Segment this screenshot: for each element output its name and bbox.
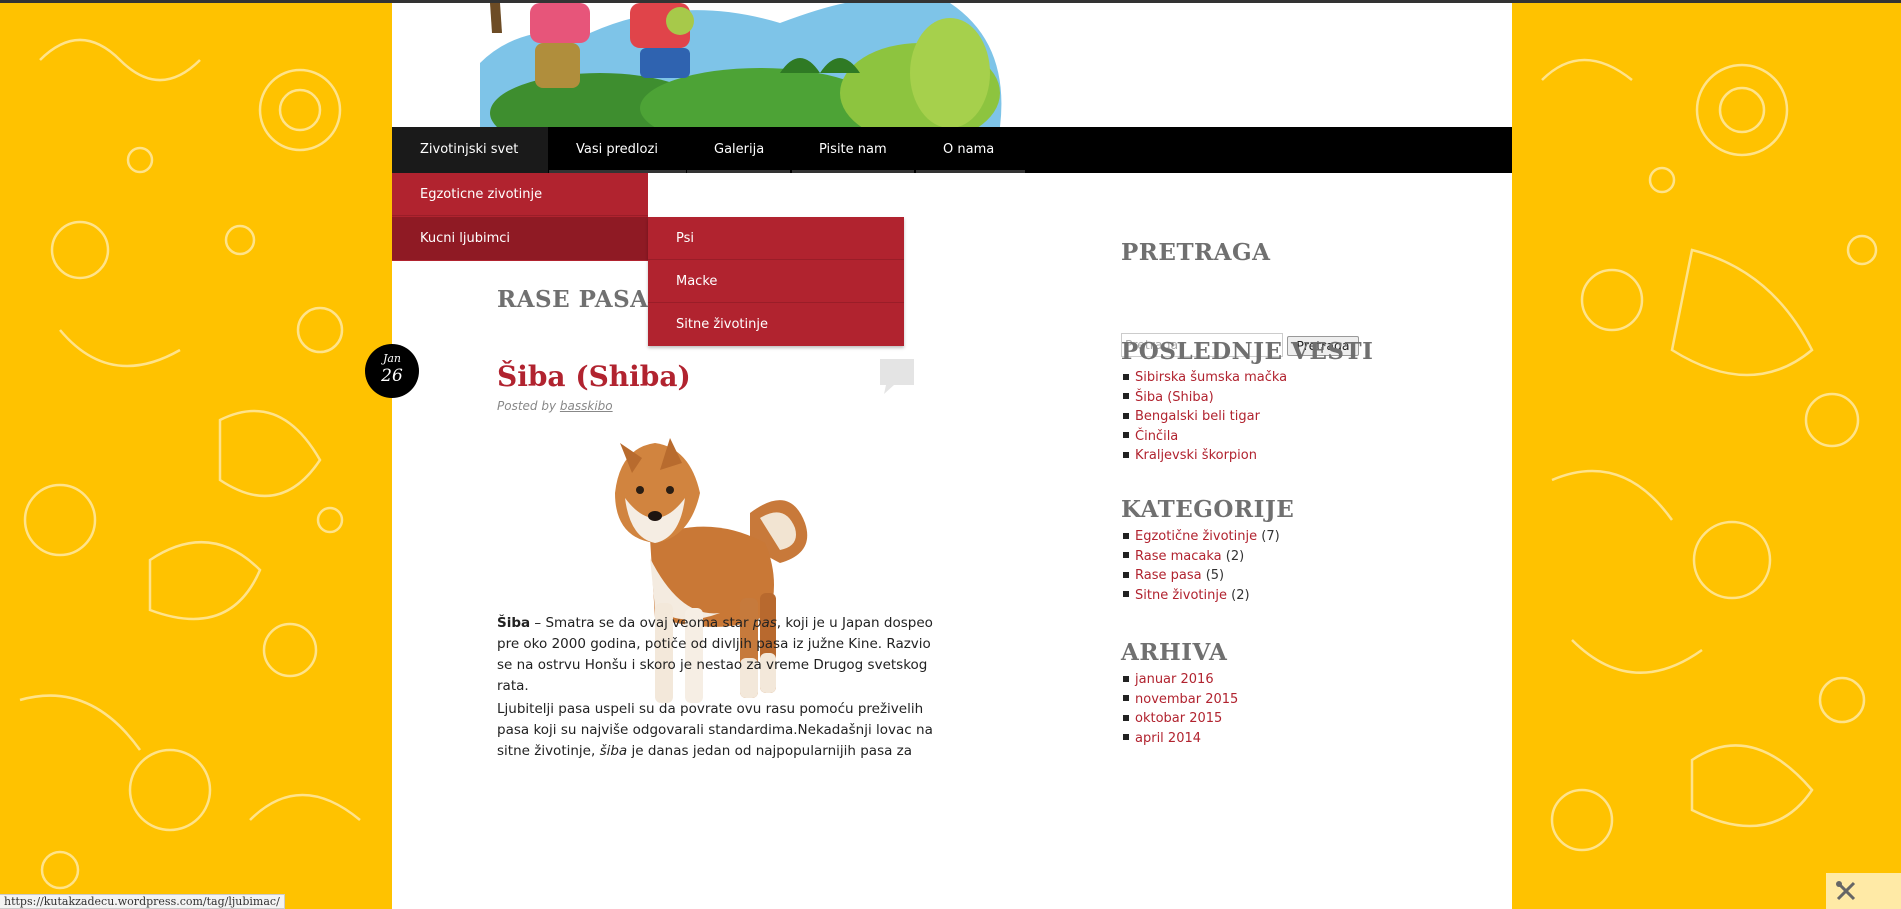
list-item: Činčila [1123, 427, 1287, 447]
main-navigation: Zivotinjski svet Vasi predlozi Galerija … [392, 127, 1512, 173]
nav-divider [792, 170, 914, 173]
recent-post-link[interactable]: Činčila [1135, 429, 1178, 444]
post-text-segment: je danas jedan od najpopularnijih pasa z… [627, 743, 913, 759]
category-count: (2) [1231, 587, 1250, 603]
list-item: novembar 2015 [1123, 690, 1238, 710]
recent-post-link[interactable]: Bengalski beli tigar [1135, 409, 1260, 424]
submenu-item-psi[interactable]: Psi [648, 217, 904, 260]
list-item: Egzotične životinje (7) [1123, 527, 1280, 547]
submenu-item-macke[interactable]: Macke [648, 260, 904, 303]
dropdown-item-egzoticne-zivotinje[interactable]: Egzoticne zivotinje [392, 173, 648, 216]
posted-by-label: Posted by [497, 399, 557, 413]
categories-list: Egzotične životinje (7) Rase macaka (2) … [1123, 527, 1280, 605]
list-item: Sitne životinje (2) [1123, 586, 1280, 606]
post-italic-term: pas [752, 615, 777, 631]
nav-divider [916, 170, 1025, 173]
date-month: Jan [382, 352, 402, 365]
post-text-segment: – Smatra se da ovaj veoma star [530, 615, 753, 631]
nav-item-o-nama[interactable]: O nama [915, 127, 1025, 173]
category-count: (5) [1205, 568, 1225, 583]
background-pattern-left [0, 0, 392, 909]
nav-divider [687, 170, 790, 173]
recent-posts-list: Sibirska šumska mačka Šiba (Shiba) Benga… [1123, 368, 1287, 466]
post-paragraph: Ljubitelji pasa uspeli su da povrate ovu… [497, 699, 947, 762]
nav-item-galerija[interactable]: Galerija [686, 127, 791, 173]
post-italic-term: šiba [599, 743, 628, 759]
category-count: (7) [1261, 529, 1280, 544]
list-item: Bengalski beli tigar [1123, 407, 1287, 427]
author-link[interactable]: basskibo [560, 399, 613, 413]
list-item: Rase pasa (5) [1123, 566, 1280, 586]
archive-link[interactable]: april 2014 [1135, 731, 1201, 746]
recent-post-link[interactable]: Sibirska šumska mačka [1135, 370, 1287, 385]
header-banner[interactable] [480, 3, 1010, 127]
recent-post-link[interactable]: Šiba (Shiba) [1135, 390, 1214, 405]
recent-posts-title: POSLEDNJE VESTI [1121, 338, 1374, 365]
status-bar-url: https://kutakzadecu.wordpress.com/tag/lj… [0, 894, 285, 909]
archive-link[interactable]: oktobar 2015 [1135, 711, 1222, 726]
post-paragraph: Šiba – Smatra se da ovaj veoma star pas,… [497, 613, 947, 697]
nav-item-vasi-predlozi[interactable]: Vasi predlozi [548, 127, 686, 173]
categories-title: KATEGORIJE [1121, 496, 1295, 523]
list-item: Sibirska šumska mačka [1123, 368, 1287, 388]
list-item: april 2014 [1123, 729, 1238, 749]
dropdown-menu: Egzoticne zivotinje Kucni ljubimci [392, 173, 648, 261]
nav-item-pisite-nam[interactable]: Pisite nam [791, 127, 915, 173]
archive-link[interactable]: novembar 2015 [1135, 692, 1238, 707]
comment-bubble-icon[interactable] [880, 359, 914, 395]
archive-list: januar 2016 novembar 2015 oktobar 2015 a… [1123, 670, 1238, 748]
recent-post-link[interactable]: Kraljevski škorpion [1135, 448, 1257, 463]
post-title[interactable]: Šiba (Shiba) [497, 360, 691, 393]
dropdown-item-kucni-ljubimci[interactable]: Kucni ljubimci [392, 217, 648, 260]
category-link[interactable]: Egzotične životinje [1135, 529, 1257, 544]
archive-widget-title: ARHIVA [1121, 639, 1228, 666]
category-count: (2) [1225, 548, 1245, 564]
list-item: Kraljevski škorpion [1123, 446, 1287, 466]
archive-title: RASE PASA [497, 286, 649, 313]
category-link[interactable]: Rase pasa [1135, 568, 1202, 583]
submenu: Psi Macke Sitne životinje [648, 217, 904, 346]
archive-link[interactable]: januar 2016 [1135, 672, 1214, 687]
page-container: Zivotinjski svet Vasi predlozi Galerija … [365, 3, 1512, 909]
list-item: Šiba (Shiba) [1123, 388, 1287, 408]
tools-icon[interactable] [1826, 873, 1901, 909]
post-meta: Posted by basskibo [497, 399, 613, 413]
list-item: januar 2016 [1123, 670, 1238, 690]
list-item: Rase macaka (2) [1123, 547, 1280, 567]
post-bold-term: Šiba [497, 615, 531, 631]
post-date-badge: Jan 26 [365, 344, 419, 398]
submenu-item-sitne-zivotinje[interactable]: Sitne životinje [648, 303, 904, 346]
nav-item-zivotinjski-svet[interactable]: Zivotinjski svet [392, 127, 548, 173]
background-pattern-right [1512, 0, 1901, 909]
list-item: oktobar 2015 [1123, 709, 1238, 729]
search-widget-title: PRETRAGA [1121, 239, 1271, 266]
category-link[interactable]: Sitne životinje [1135, 588, 1227, 603]
category-link[interactable]: Rase macaka [1135, 549, 1222, 564]
date-day: 26 [381, 366, 403, 386]
